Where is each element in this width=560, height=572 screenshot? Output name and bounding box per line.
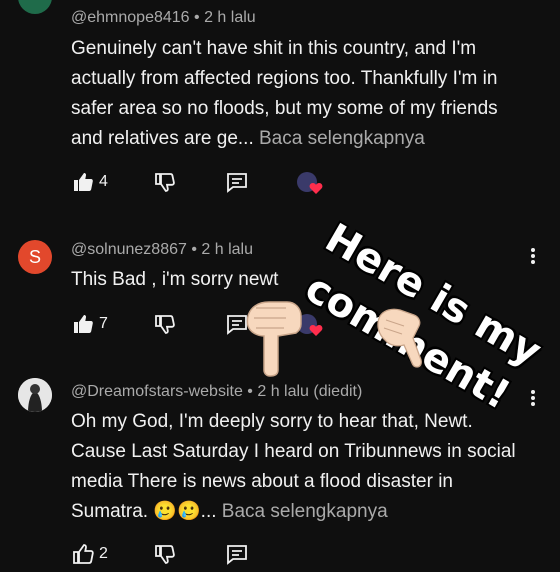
creator-heart-1 [297,172,323,198]
pointing-hand-icon [377,308,422,368]
separator-dot: • [194,9,200,26]
comment-body-1: Genuinely can't have shit in this countr… [71,34,531,154]
more-vert-icon [531,390,535,394]
avatar-2[interactable]: S [18,240,52,274]
more-options-button-2[interactable] [530,246,536,266]
avatar-letter: S [28,246,41,267]
reply-button-3[interactable] [225,542,249,566]
comment-header-2: @solnunez8867 • 2 h lalu [71,241,253,259]
dislike-icon [155,545,175,564]
comment-header-3: @Dreamofstars-website • 2 h lalu (diedit… [71,383,362,401]
more-options-button-3[interactable] [530,388,536,408]
comment-header-1: @ehmnope8416 • 2 h lalu [71,9,256,27]
comment-time-1: 2 h lalu [204,9,256,26]
creator-heart-icon [309,183,323,194]
like-button-1[interactable]: 4 [71,170,108,194]
read-more-link-3[interactable]: Baca selengkapnya [222,501,388,522]
comment-actions-1: 4 [71,170,371,200]
avatar-1[interactable] [18,0,52,14]
comment-author-2[interactable]: @solnunez8867 [71,241,187,258]
comment-actions-3: 2 [71,542,371,572]
dislike-icon [155,315,175,334]
like-button-2[interactable]: 7 [71,312,108,336]
dislike-button-3[interactable] [153,542,177,566]
pointing-hand-icon [246,301,302,377]
dislike-button-1[interactable] [153,170,177,194]
like-icon [74,315,93,333]
separator-dot: • [247,383,253,400]
like-count-1: 4 [99,173,108,190]
dislike-icon [155,173,175,192]
dislike-button-2[interactable] [153,312,177,336]
reply-button-1[interactable] [225,170,249,194]
like-icon [74,173,93,191]
comment-time-2: 2 h lalu [201,241,253,258]
like-icon [73,544,94,564]
comment-author-1[interactable]: @ehmnope8416 [71,9,190,26]
separator-dot: • [191,241,197,258]
like-count-3: 2 [99,545,108,562]
read-more-link-1[interactable]: Baca selengkapnya [259,128,425,149]
profile-picture [18,378,52,412]
comment-body-3: Oh my God, I'm deeply sorry to hear that… [71,407,531,527]
avatar-3[interactable] [18,378,52,412]
reply-icon [227,545,247,565]
reply-icon [227,173,247,193]
like-button-3[interactable]: 2 [71,542,108,566]
creator-heart-icon [309,325,323,336]
like-count-2: 7 [99,315,108,332]
more-vert-icon [531,248,535,252]
comment-author-3[interactable]: @Dreamofstars-website [71,383,243,400]
comment-time-3: 2 h lalu (diedit) [257,383,363,400]
